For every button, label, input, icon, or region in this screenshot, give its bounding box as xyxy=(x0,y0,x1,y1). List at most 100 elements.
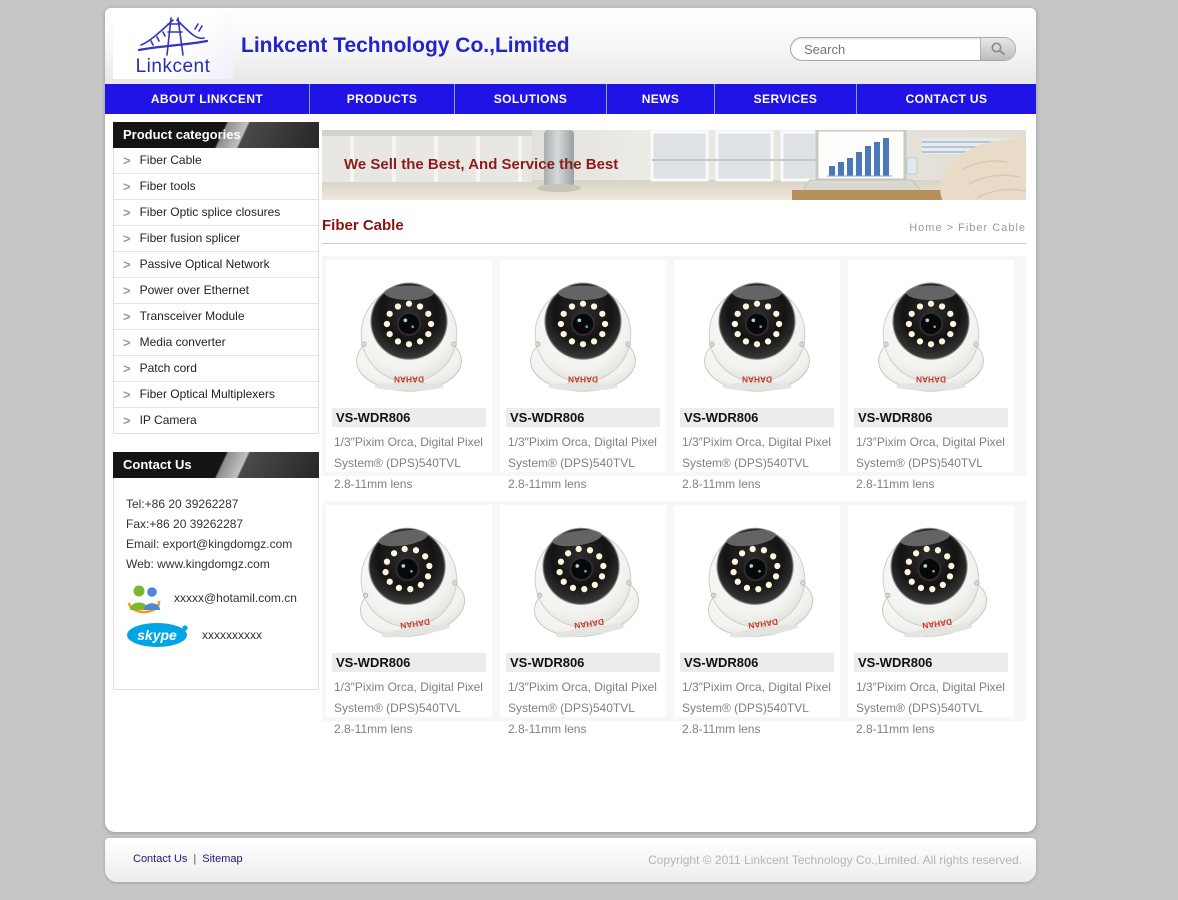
product-row-1: VS-WDR806 1/3″Pixim Orca, Digital Pixel … xyxy=(322,256,1026,476)
search-input[interactable] xyxy=(791,38,980,60)
page: Linkcent Linkcent Technology Co.,Limited… xyxy=(0,0,1178,900)
product-image-dome-camera[interactable] xyxy=(848,262,1014,408)
bridge-logo-icon xyxy=(137,15,209,61)
category-label: Transceiver Module xyxy=(140,304,245,329)
product-image-dome-camera[interactable] xyxy=(848,507,1014,653)
product-image-dome-camera[interactable] xyxy=(500,262,666,408)
logo-text: Linkcent xyxy=(113,56,233,78)
product-card: VS-WDR806 1/3″Pixim Orca, Digital Pixel … xyxy=(500,260,666,472)
contact-web: Web: www.kingdomgz.com xyxy=(126,554,306,574)
sidebar: Product categories >Fiber Cable >Fiber t… xyxy=(113,122,319,690)
header: Linkcent Linkcent Technology Co.,Limited xyxy=(105,8,1036,84)
footer-link-contact-us[interactable]: Contact Us xyxy=(133,853,187,865)
search-icon xyxy=(990,41,1006,57)
categories-list: >Fiber Cable > Fiber tools > Fiber Optic s… xyxy=(113,148,319,434)
product-card: VS-WDR806 1/3″Pixim Orca, Digital Pixel … xyxy=(500,505,666,717)
search-button[interactable] xyxy=(980,38,1015,60)
page-heading-row: Fiber Cable Home > Fiber Cable xyxy=(322,217,1026,244)
product-image-dome-camera[interactable] xyxy=(500,507,666,653)
sidebar-item-media-converter[interactable]: > Media converter xyxy=(114,330,318,356)
contact-tel: Tel:+86 20 39262287 xyxy=(126,494,306,514)
nav-services[interactable]: SERVICES xyxy=(715,84,857,114)
msn-row: xxxxx@hotamil.com.cn xyxy=(126,582,306,614)
product-name-link[interactable]: VS-WDR806 xyxy=(854,408,1008,427)
chevron-right-icon: > xyxy=(123,226,131,251)
product-row-2: VS-WDR806 1/3″Pixim Orca, Digital Pixel … xyxy=(322,501,1026,721)
sidebar-item-power-over-ethernet[interactable]: >Power over Ethernet xyxy=(114,278,318,304)
footer: Contact Us|Sitemap Copyright © 2011 Link… xyxy=(105,838,1036,882)
category-label: Power over Ethernet xyxy=(140,278,249,303)
skype-handle: xxxxxxxxxx xyxy=(202,628,262,642)
contact-header: Contact Us xyxy=(113,452,319,478)
category-label: Patch cord xyxy=(140,356,197,381)
nav-about[interactable]: ABOUT LINKCENT xyxy=(105,84,310,114)
product-description: 1/3″Pixim Orca, Digital Pixel System® (D… xyxy=(334,677,484,740)
skype-logo-icon: skype xyxy=(126,622,192,648)
product-name-link[interactable]: VS-WDR806 xyxy=(332,408,486,427)
product-card: VS-WDR806 1/3″Pixim Orca, Digital Pixel … xyxy=(326,505,492,717)
product-image-dome-camera[interactable] xyxy=(674,262,840,408)
product-card: VS-WDR806 1/3″Pixim Orca, Digital Pixel … xyxy=(674,260,840,472)
product-name-link[interactable]: VS-WDR806 xyxy=(506,408,660,427)
category-label: Fiber Optical Multiplexers xyxy=(140,382,275,407)
nav-products[interactable]: PRODUCTS xyxy=(310,84,455,114)
product-description: 1/3″Pixim Orca, Digital Pixel System® (D… xyxy=(856,677,1006,740)
msn-messenger-icon xyxy=(126,582,162,614)
nav-solutions[interactable]: SOLUTIONS xyxy=(455,84,607,114)
product-name-link[interactable]: VS-WDR806 xyxy=(680,408,834,427)
chevron-right-icon: > xyxy=(123,252,131,277)
sidebar-item-fiber-cable[interactable]: >Fiber Cable xyxy=(114,148,318,174)
company-logo[interactable]: Linkcent xyxy=(113,13,233,79)
skype-row: skype xxxxxxxxxx xyxy=(126,622,306,648)
product-card: VS-WDR806 1/3″Pixim Orca, Digital Pixel … xyxy=(848,260,1014,472)
category-label: Media converter xyxy=(140,330,226,355)
category-label: Fiber fusion splicer xyxy=(140,226,241,251)
chevron-right-icon: > xyxy=(123,304,131,329)
product-card: VS-WDR806 1/3″Pixim Orca, Digital Pixel … xyxy=(674,505,840,717)
sidebar-item-fiber-tools[interactable]: > Fiber tools xyxy=(114,174,318,200)
footer-links: Contact Us|Sitemap xyxy=(133,853,243,865)
breadcrumb-separator: > xyxy=(947,222,954,234)
product-description: 1/3″Pixim Orca, Digital Pixel System® (D… xyxy=(856,432,1006,495)
category-label: Fiber Optic splice closures xyxy=(140,200,281,225)
category-label: IP Camera xyxy=(140,408,197,433)
hero-banner: We Sell the Best, And Service the Best xyxy=(322,130,1026,200)
chevron-right-icon: > xyxy=(123,330,131,355)
copyright-text: Copyright © 2011 Linkcent Technology Co.… xyxy=(648,853,1022,867)
product-description: 1/3″Pixim Orca, Digital Pixel System® (D… xyxy=(508,432,658,495)
contact-box: Tel:+86 20 39262287 Fax:+86 20 39262287 … xyxy=(113,478,319,690)
breadcrumb: Home > Fiber Cable xyxy=(909,222,1026,234)
sidebar-item-transceiver-module[interactable]: > Transceiver Module xyxy=(114,304,318,330)
product-description: 1/3″Pixim Orca, Digital Pixel System® (D… xyxy=(682,677,832,740)
site-title: Linkcent Technology Co.,Limited xyxy=(241,34,570,58)
breadcrumb-home[interactable]: Home xyxy=(909,222,942,234)
sidebar-item-passive-optical-network[interactable]: > Passive Optical Network xyxy=(114,252,318,278)
svg-text:skype: skype xyxy=(137,627,177,643)
msn-address: xxxxx@hotamil.com.cn xyxy=(174,591,297,605)
category-label: Fiber tools xyxy=(140,174,196,199)
banner-slogan: We Sell the Best, And Service the Best xyxy=(344,156,618,173)
contact-section: Contact Us Tel:+86 20 39262287 Fax:+86 2… xyxy=(113,452,319,690)
page-title: Fiber Cable xyxy=(322,217,404,234)
sidebar-item-fusion-splicer[interactable]: > Fiber fusion splicer xyxy=(114,226,318,252)
footer-link-sitemap[interactable]: Sitemap xyxy=(202,853,242,865)
sidebar-item-ip-camera[interactable]: >IP Camera xyxy=(114,408,318,433)
contact-email: Email: export@kingdomgz.com xyxy=(126,534,306,554)
product-image-dome-camera[interactable] xyxy=(326,507,492,653)
nav-contact[interactable]: CONTACT US xyxy=(857,84,1036,114)
nav-news[interactable]: NEWS xyxy=(607,84,715,114)
chevron-right-icon: > xyxy=(123,200,131,225)
main-nav: ABOUT LINKCENT PRODUCTS SOLUTIONS NEWS S… xyxy=(105,84,1036,114)
chevron-right-icon: > xyxy=(123,356,131,381)
category-label: Passive Optical Network xyxy=(140,252,270,277)
breadcrumb-current: Fiber Cable xyxy=(958,222,1026,234)
product-card: VS-WDR806 1/3″Pixim Orca, Digital Pixel … xyxy=(848,505,1014,717)
product-image-dome-camera[interactable] xyxy=(326,262,492,408)
sidebar-item-splice-closures[interactable]: > Fiber Optic splice closures xyxy=(114,200,318,226)
chevron-right-icon: > xyxy=(123,174,131,199)
main-content: We Sell the Best, And Service the Best F… xyxy=(322,122,1026,721)
product-image-dome-camera[interactable] xyxy=(674,507,840,653)
sidebar-item-fiber-optical-multiplexers[interactable]: >Fiber Optical Multiplexers xyxy=(114,382,318,408)
sidebar-item-patch-cord[interactable]: > Patch cord xyxy=(114,356,318,382)
main-container: Linkcent Linkcent Technology Co.,Limited… xyxy=(105,8,1036,832)
